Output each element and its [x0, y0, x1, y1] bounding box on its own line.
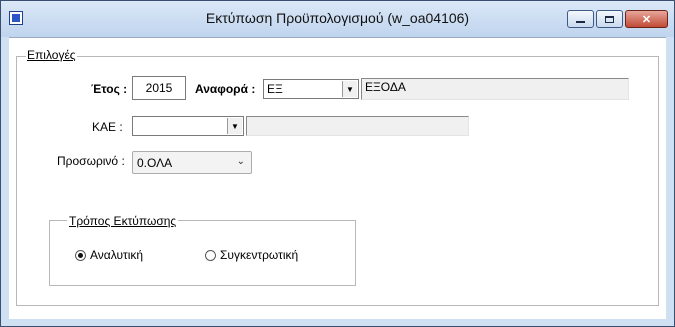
radio-unselected-icon[interactable] — [205, 249, 216, 261]
year-input[interactable]: 2015 — [132, 76, 186, 100]
dialog-body: Επιλογές Έτος : 2015 Αναφορά : ΕΞ ▼ ΕΞΟΔ… — [9, 37, 666, 319]
close-icon: ✕ — [641, 13, 652, 26]
temporary-select[interactable]: 0.ΟΛΑ ⌄ — [132, 151, 252, 174]
radio-summary[interactable]: Συγκεντρωτική — [205, 248, 298, 262]
maximize-button[interactable] — [596, 10, 623, 28]
dropdown-arrow-icon[interactable]: ▼ — [227, 118, 242, 134]
radio-analytical-label: Αναλυτική — [90, 248, 144, 262]
report-description: ΕΞΟΔΑ — [361, 78, 629, 100]
radio-summary-label: Συγκεντρωτική — [220, 248, 299, 262]
minimize-icon — [576, 21, 585, 23]
minimize-button[interactable] — [567, 10, 594, 28]
print-mode-group-label: Τρόπος Εκτύπωσης — [67, 214, 179, 228]
temporary-label: Προσωρινό : — [57, 154, 125, 168]
dialog-window: Εκτύπωση Προϋπολογισμού (w_oa04106) ✕ Επ… — [0, 0, 675, 327]
options-group-label: Επιλογές — [26, 48, 77, 62]
radio-analytical[interactable]: Αναλυτική — [75, 248, 143, 262]
dropdown-arrow-icon[interactable]: ▼ — [342, 81, 357, 97]
report-code-dropdown[interactable]: ΕΞ ▼ — [263, 79, 359, 99]
maximize-icon — [605, 15, 614, 23]
close-button[interactable]: ✕ — [625, 10, 668, 28]
report-code-value: ΕΞ — [267, 82, 283, 96]
temporary-select-value: 0.ΟΛΑ — [137, 156, 173, 170]
kae-label: ΚΑΕ : — [92, 120, 123, 134]
kae-dropdown[interactable]: ▼ — [132, 116, 244, 136]
report-label: Αναφορά : — [195, 82, 256, 96]
chevron-down-icon: ⌄ — [236, 156, 245, 167]
radio-selected-icon[interactable] — [75, 249, 86, 261]
kae-description — [246, 116, 469, 136]
title-bar[interactable]: Εκτύπωση Προϋπολογισμού (w_oa04106) ✕ — [1, 1, 674, 37]
year-label: Έτος : — [91, 82, 128, 96]
